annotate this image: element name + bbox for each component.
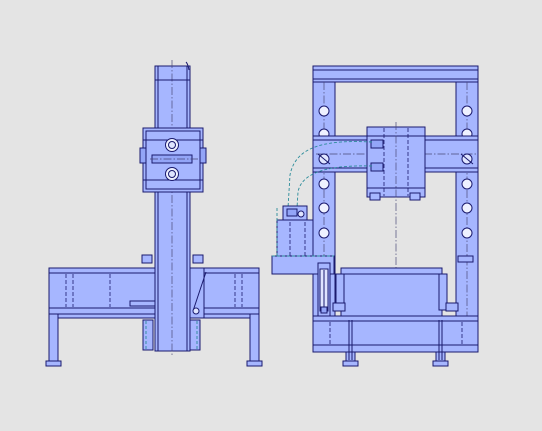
side-clamp-right [189,319,201,351]
side-leg-right [249,313,260,363]
side-bracket-left [141,254,153,264]
side-rail [57,313,251,319]
side-view [45,60,263,367]
front-bed [340,267,443,317]
front-view [271,65,479,367]
side-clamp-left [142,319,154,351]
side-bracket-right [192,254,204,264]
crosshead-pin-left [317,153,331,165]
press-drawing: .f { fill: #a6b6ff; stroke: #1a1a6e; str… [45,60,479,367]
front-top-beam [312,65,479,83]
side-leg-left [48,313,59,363]
crosshead-pin-right [460,153,474,165]
drawing-canvas: .f { fill: #a6b6ff; stroke: #1a1a6e; str… [0,0,542,431]
side-foot-left [45,360,62,367]
front-gauge-slot [317,262,331,319]
side-column [154,65,191,352]
side-foot-right [246,360,263,367]
side-table-top [48,267,260,315]
